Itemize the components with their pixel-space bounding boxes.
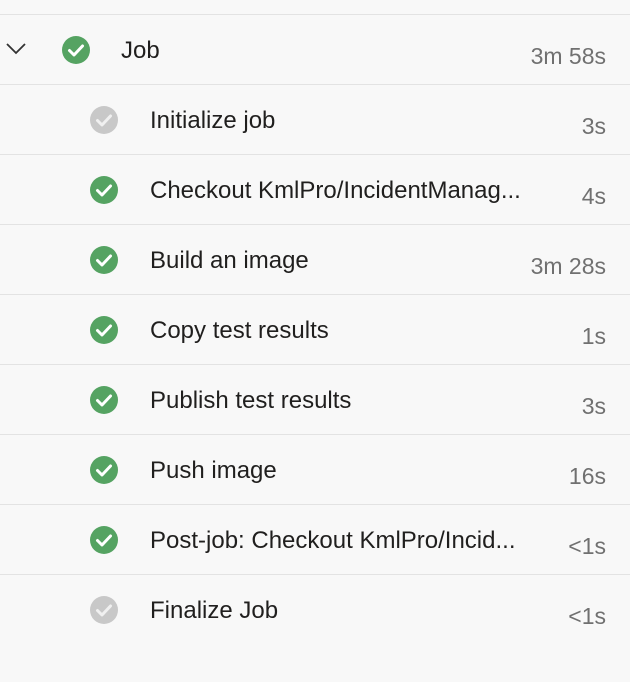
step-row[interactable]: Push image 16s xyxy=(0,435,630,505)
success-check-icon xyxy=(90,246,118,274)
success-check-icon xyxy=(90,316,118,344)
skipped-check-icon xyxy=(90,106,118,134)
step-row[interactable]: Post-job: Checkout KmlPro/Incid... <1s xyxy=(0,505,630,575)
step-row[interactable]: Initialize job 3s xyxy=(0,85,630,155)
step-duration: 3s xyxy=(581,113,606,139)
step-duration: 3s xyxy=(581,393,606,419)
job-duration: 3m 58s xyxy=(530,43,606,69)
step-label: Build an image xyxy=(150,247,309,274)
success-check-icon xyxy=(90,386,118,414)
step-duration: <1s xyxy=(568,603,606,629)
job-row[interactable]: Job 3m 58s xyxy=(0,15,630,85)
job-label: Job xyxy=(121,37,160,64)
step-row[interactable]: Publish test results 3s xyxy=(0,365,630,435)
step-row[interactable]: Copy test results 1s xyxy=(0,295,630,365)
step-label: Post-job: Checkout KmlPro/Incid... xyxy=(150,527,516,554)
step-label: Publish test results xyxy=(150,387,352,414)
skipped-check-icon xyxy=(90,596,118,624)
step-duration: 1s xyxy=(581,323,606,349)
step-label: Checkout KmlPro/IncidentManag... xyxy=(150,177,521,204)
step-duration: 4s xyxy=(581,183,606,209)
step-duration: 3m 28s xyxy=(530,253,606,279)
step-duration: 16s xyxy=(568,463,606,489)
step-label: Finalize Job xyxy=(150,597,279,624)
step-duration: <1s xyxy=(568,533,606,559)
step-label: Initialize job xyxy=(150,107,276,134)
step-row[interactable]: Finalize Job <1s xyxy=(0,575,630,645)
success-check-icon xyxy=(90,176,118,204)
success-check-icon xyxy=(90,456,118,484)
step-row[interactable]: Build an image 3m 28s xyxy=(0,225,630,295)
success-check-icon xyxy=(90,526,118,554)
step-row[interactable]: Checkout KmlPro/IncidentManag... 4s xyxy=(0,155,630,225)
chevron-down-icon[interactable] xyxy=(5,38,27,60)
step-label: Copy test results xyxy=(150,317,329,344)
success-check-icon xyxy=(62,36,90,64)
step-label: Push image xyxy=(150,457,277,484)
